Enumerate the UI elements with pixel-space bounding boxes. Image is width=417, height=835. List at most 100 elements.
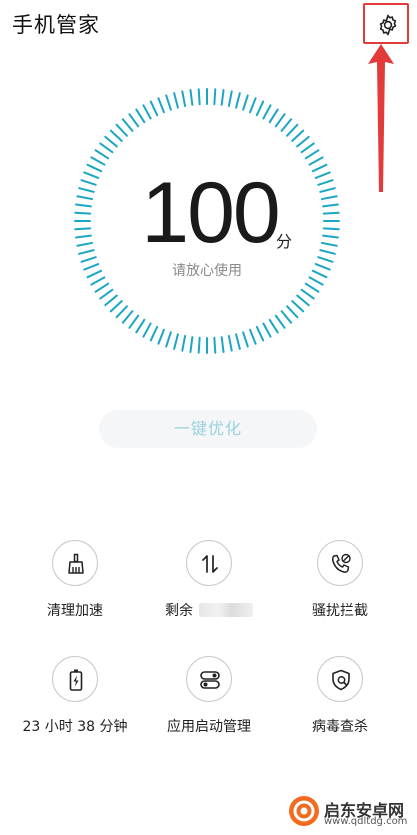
dial-tick [311,163,328,173]
tool-virus-scan[interactable]: 病毒查杀 [270,656,410,756]
dial-tick [181,334,187,352]
watermark-url: www.qdltdg.com [324,816,408,827]
battery-icon [69,669,83,691]
tool-harassment-label: 骚扰拦截 [312,603,368,619]
tool-data-label-text: 剩余 [165,603,193,619]
tool-app-launch[interactable]: 应用启动管理 [139,656,279,756]
dial-tick [242,331,249,348]
dial-tick [314,263,331,271]
shield-scan-icon [332,669,350,691]
optimize-button[interactable]: 一键优化 [99,410,317,448]
dial-tick [249,97,257,114]
dial-tick [286,123,299,137]
dial-tick [99,142,114,154]
tool-data-circle [186,540,232,586]
dial-tick [109,300,123,313]
dial-tick [308,276,324,286]
dial-tick [90,276,106,286]
tool-virus-scan-circle [317,656,363,702]
dial-tick [76,195,94,201]
dial-tick [280,118,293,132]
dial-tick [227,334,233,352]
dial-tick [300,288,315,300]
tool-cleanup-label: 清理加速 [47,603,103,619]
dial-tick [128,113,140,128]
dial-tick [157,97,165,114]
dial-tick [115,123,128,137]
dial-tick [104,294,118,307]
tool-cleanup-circle [52,540,98,586]
dial-tick [317,256,334,263]
dial-tick [255,100,265,117]
tool-harassment[interactable]: 骚扰拦截 [270,540,410,640]
dial-tick [242,94,249,111]
dial-tick [76,241,94,247]
score-value: 100 [141,165,281,261]
dial-tick [213,88,217,106]
dial-tick [86,163,103,173]
app-launch-icon [200,671,220,689]
dial-tick [75,203,92,208]
dial-tick [115,305,128,319]
dial-tick [274,113,286,128]
dial-tick [319,187,336,193]
tool-app-launch-circle [186,656,232,702]
tool-data[interactable]: 剩余 [139,540,279,640]
dial-tick [213,336,217,354]
dial-tick [104,135,118,148]
dial-tick [322,203,339,208]
dial-tick [99,288,114,300]
dial-tick [135,318,146,334]
dial-tick [142,104,152,120]
tool-battery-label: 23 小时 38 分钟 [22,719,128,735]
dial-tick [165,331,172,348]
dial-tick [255,325,265,342]
dial-tick [320,195,338,201]
tool-battery[interactable]: 23 小时 38 分钟 [5,656,145,756]
dial-tick [300,142,315,154]
dial-tick [83,263,100,271]
dial-tick [181,90,187,108]
dial-tick [322,234,339,239]
score-unit: 分 [276,232,293,251]
dial-tick [90,156,106,166]
dial-tick [304,149,320,160]
redacted-value [199,603,253,617]
dial-tick [121,118,134,132]
tool-virus-scan-label: 病毒查杀 [312,719,368,735]
tool-cleanup[interactable]: 清理加速 [5,540,145,640]
dial-tick [319,249,336,255]
dial-tick [296,294,310,307]
dial-tick [322,211,340,215]
dial-tick [157,328,165,345]
dial-tick [128,314,140,329]
dial-tick [291,300,305,313]
dial-tick [78,249,95,255]
dial-tick [235,333,241,350]
settings-button[interactable] [363,3,409,44]
dial-tick [322,227,340,231]
dial-tick [74,227,92,231]
watermark-logo-icon [289,796,319,826]
tool-harassment-circle [317,540,363,586]
dial-tick [291,129,305,142]
dial-tick [149,325,159,342]
app-title: 手机管家 [12,13,100,37]
gear-icon [379,14,397,36]
score-status: 请放心使用 [172,263,242,279]
dial-tick [197,336,201,354]
dial-tick [165,94,172,111]
dial-tick [189,89,194,106]
data-arrows-icon [202,555,218,573]
dial-tick [173,333,179,350]
dial-tick [78,187,95,193]
dial-tick [142,322,152,338]
dial-tick [311,269,328,279]
dial-tick [274,314,286,329]
dial-tick [109,129,123,142]
annotation-arrow-icon [368,44,394,192]
tool-battery-circle [52,656,98,702]
dial-tick [268,108,279,124]
dial-tick [304,282,320,293]
dial-tick [94,282,110,293]
